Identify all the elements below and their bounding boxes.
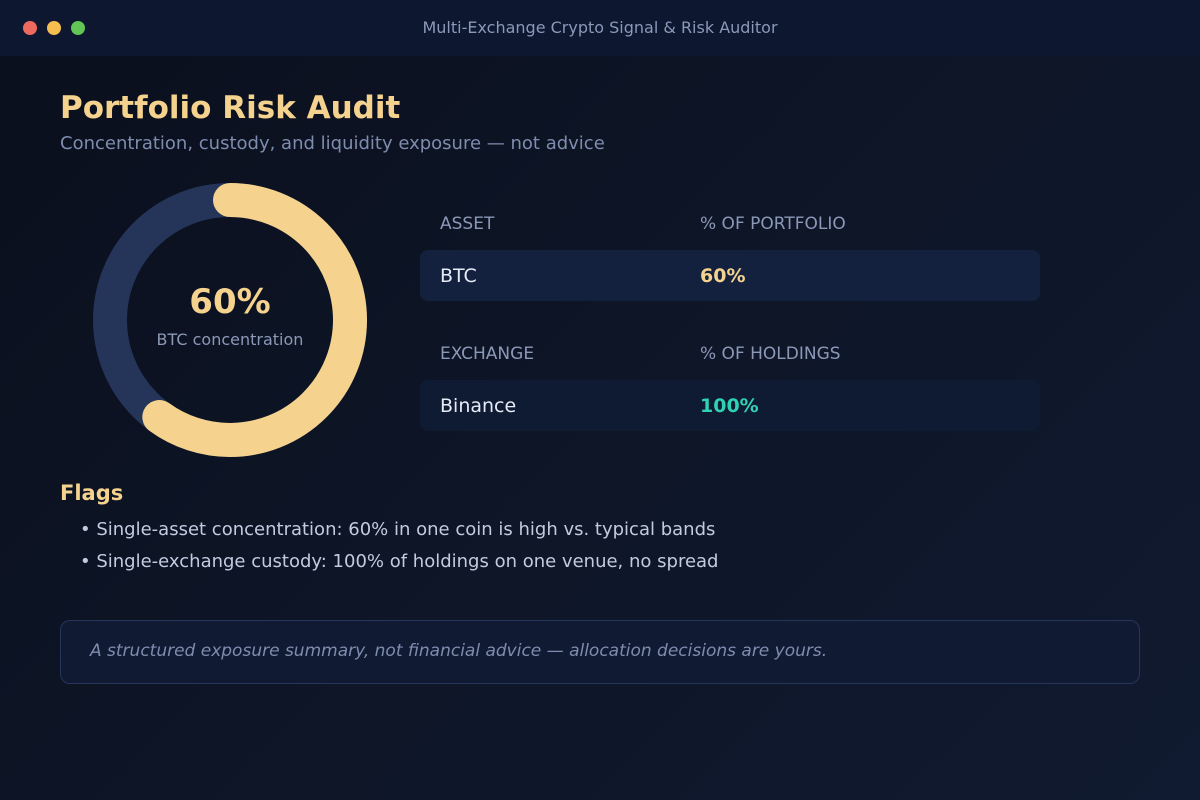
asset-name: BTC (440, 265, 477, 287)
disclaimer-box: A structured exposure summary, not finan… (60, 620, 1140, 684)
holdings-percent-column-header: % OF HOLDINGS (700, 344, 841, 364)
window-title: Multi-Exchange Crypto Signal & Risk Audi… (422, 18, 778, 37)
exchange-percent: 100% (700, 395, 759, 417)
disclaimer-text: A structured exposure summary, not finan… (90, 641, 828, 661)
exchange-name: Binance (440, 395, 517, 417)
concentration-label: BTC concentration (156, 330, 304, 349)
asset-table-row[interactable]: BTC 60% (420, 250, 1040, 301)
flag-item: • Single-asset concentration: 60% in one… (80, 519, 716, 540)
app-window: Multi-Exchange Crypto Signal & Risk Audi… (0, 0, 1200, 800)
title-bar: Multi-Exchange Crypto Signal & Risk Audi… (0, 0, 1200, 56)
asset-column-header: ASSET (440, 214, 495, 234)
flag-item: • Single-exchange custody: 100% of holdi… (80, 551, 719, 572)
exchange-table-row[interactable]: Binance 100% (420, 380, 1040, 431)
asset-percent: 60% (700, 265, 746, 287)
page-title: Portfolio Risk Audit (60, 90, 401, 126)
concentration-value: 60% (189, 282, 271, 322)
page-subtitle: Concentration, custody, and liquidity ex… (60, 133, 605, 154)
exchange-column-header: EXCHANGE (440, 344, 535, 364)
portfolio-percent-column-header: % OF PORTFOLIO (700, 214, 846, 234)
flags-heading: Flags (60, 481, 124, 505)
